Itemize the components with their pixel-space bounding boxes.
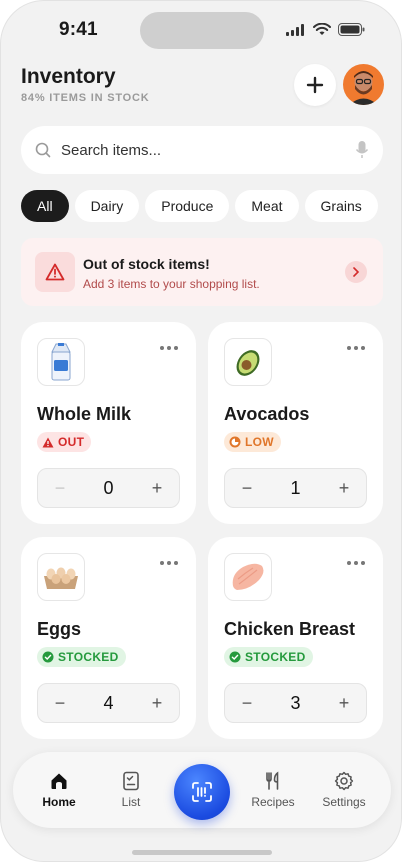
chicken-breast-icon bbox=[232, 563, 264, 590]
user-avatar-icon bbox=[343, 64, 384, 105]
status-badge-label: STOCKED bbox=[58, 650, 119, 664]
phone-frame: 9:41 Inventory 84% ITEMS IN STOCK All Da… bbox=[0, 0, 402, 862]
more-options-button[interactable] bbox=[160, 346, 178, 350]
item-name: Avocados bbox=[224, 404, 310, 424]
scan-button[interactable] bbox=[174, 764, 230, 820]
filter-chip-grains[interactable]: Grains bbox=[304, 190, 378, 222]
dynamic-island bbox=[140, 12, 264, 49]
quantity-value: 4 bbox=[103, 692, 114, 713]
quantity-stepper: − 0 + bbox=[37, 468, 180, 508]
quantity-value: 1 bbox=[290, 477, 301, 498]
signal-icon bbox=[286, 23, 304, 36]
quantity-stepper: − 3 + bbox=[224, 683, 367, 723]
more-options-button[interactable] bbox=[347, 346, 365, 350]
alert-open-button[interactable] bbox=[345, 261, 367, 283]
tab-label: Settings bbox=[322, 795, 366, 809]
quantity-value: 0 bbox=[103, 477, 114, 498]
status-badge: OUT bbox=[37, 432, 92, 452]
tab-label: Home bbox=[42, 795, 76, 809]
avatar[interactable] bbox=[343, 64, 384, 105]
item-thumbnail bbox=[224, 338, 272, 386]
home-indicator bbox=[132, 850, 272, 855]
increment-button[interactable]: + bbox=[149, 478, 165, 498]
decrement-button[interactable]: − bbox=[239, 693, 255, 713]
item-card-avocados[interactable]: Avocados LOW − 1 + bbox=[208, 322, 383, 524]
item-thumbnail bbox=[224, 553, 272, 601]
status-icons bbox=[286, 23, 365, 36]
tab-list[interactable]: List bbox=[99, 752, 163, 828]
out-of-stock-alert[interactable]: Out of stock items! Add 3 items to your … bbox=[21, 238, 383, 306]
tab-settings[interactable]: Settings bbox=[312, 752, 376, 828]
alert-title: Out of stock items! bbox=[83, 256, 210, 272]
item-name: Eggs bbox=[37, 619, 82, 639]
decrement-button[interactable]: − bbox=[52, 478, 68, 498]
checklist-icon bbox=[123, 771, 139, 791]
chevron-right-icon bbox=[353, 267, 360, 277]
status-badge-label: STOCKED bbox=[245, 650, 306, 664]
check-circle-icon bbox=[42, 651, 54, 663]
filter-chip-all[interactable]: All bbox=[21, 190, 69, 222]
quantity-value: 3 bbox=[290, 692, 301, 713]
plus-icon bbox=[306, 76, 324, 94]
barcode-scan-icon bbox=[192, 782, 212, 802]
milk-carton-icon bbox=[51, 343, 71, 381]
increment-button[interactable]: + bbox=[336, 693, 352, 713]
utensils-icon bbox=[266, 771, 279, 790]
check-circle-icon bbox=[229, 651, 241, 663]
status-badge: LOW bbox=[224, 432, 281, 452]
item-thumbnail bbox=[37, 338, 85, 386]
warning-icon bbox=[45, 263, 65, 281]
add-item-button[interactable] bbox=[294, 64, 336, 106]
decrement-button[interactable]: − bbox=[239, 478, 255, 498]
alert-icon-box bbox=[35, 252, 75, 292]
search-icon bbox=[35, 142, 51, 158]
more-options-button[interactable] bbox=[160, 561, 178, 565]
increment-button[interactable]: + bbox=[149, 693, 165, 713]
low-stock-icon bbox=[229, 436, 241, 448]
tab-recipes[interactable]: Recipes bbox=[241, 752, 305, 828]
gear-icon bbox=[334, 771, 354, 791]
stock-summary: 84% ITEMS IN STOCK bbox=[21, 92, 150, 104]
tab-home[interactable]: Home bbox=[27, 752, 91, 828]
avocado-icon bbox=[236, 350, 260, 376]
status-badge: STOCKED bbox=[37, 647, 126, 667]
search-bar bbox=[21, 126, 383, 174]
item-card-eggs[interactable]: Eggs STOCKED − 4 + bbox=[21, 537, 196, 739]
more-options-button[interactable] bbox=[347, 561, 365, 565]
quantity-stepper: − 1 + bbox=[224, 468, 367, 508]
home-icon bbox=[51, 773, 67, 789]
battery-icon bbox=[338, 23, 365, 36]
status-time: 9:41 bbox=[59, 19, 98, 40]
filter-chip-produce[interactable]: Produce bbox=[145, 190, 230, 222]
item-card-whole-milk[interactable]: Whole Milk OUT − 0 + bbox=[21, 322, 196, 524]
status-badge-label: OUT bbox=[58, 435, 85, 449]
filter-chip-meat[interactable]: Meat bbox=[235, 190, 299, 222]
decrement-button[interactable]: − bbox=[52, 693, 68, 713]
filter-chip-dairy[interactable]: Dairy bbox=[74, 190, 140, 222]
alert-message: Add 3 items to your shopping list. bbox=[83, 277, 260, 291]
status-badge: STOCKED bbox=[224, 647, 313, 667]
egg-carton-icon bbox=[44, 567, 78, 589]
status-badge-label: LOW bbox=[245, 435, 274, 449]
item-card-chicken-breast[interactable]: Chicken Breast STOCKED − 3 + bbox=[208, 537, 383, 739]
item-thumbnail bbox=[37, 553, 85, 601]
item-name: Chicken Breast bbox=[224, 619, 356, 639]
tab-label: List bbox=[121, 795, 141, 809]
bottom-tab-bar: Home List Recipes Settings bbox=[13, 752, 391, 828]
search-input[interactable] bbox=[61, 141, 355, 159]
microphone-icon[interactable] bbox=[355, 140, 369, 160]
tab-label: Recipes bbox=[251, 795, 295, 809]
wifi-icon bbox=[313, 23, 331, 35]
warning-icon bbox=[42, 437, 54, 447]
item-name: Whole Milk bbox=[37, 404, 131, 424]
quantity-stepper: − 4 + bbox=[37, 683, 180, 723]
increment-button[interactable]: + bbox=[336, 478, 352, 498]
category-filters: All Dairy Produce Meat Grains bbox=[21, 190, 378, 222]
page-title: Inventory bbox=[21, 65, 116, 88]
